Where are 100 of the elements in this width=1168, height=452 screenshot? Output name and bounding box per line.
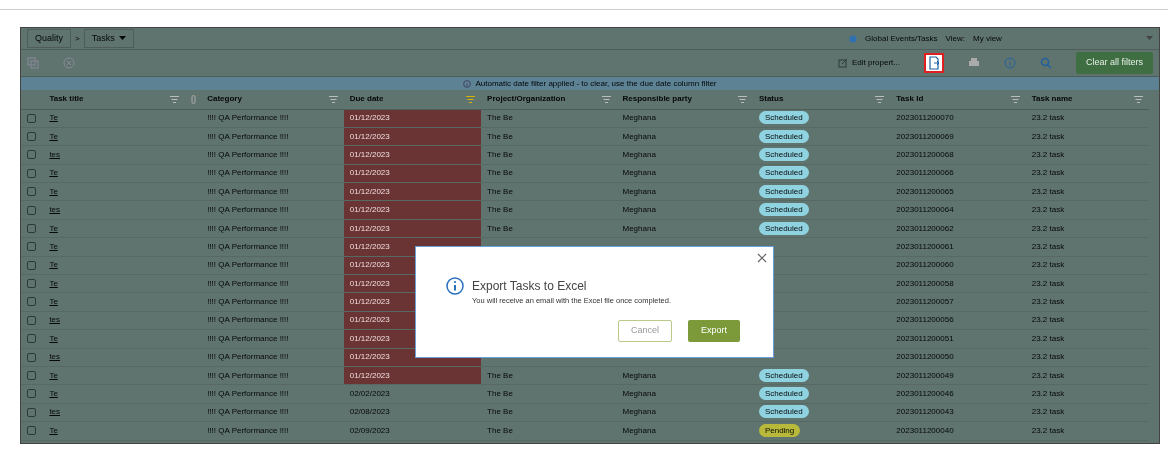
row-checkbox[interactable] (27, 371, 36, 381)
task-title-link[interactable]: Te (49, 186, 58, 196)
task-title-link[interactable]: Te (49, 297, 58, 307)
table-cell: !!!! QA Performance !!!! (201, 329, 344, 349)
task-title-link[interactable]: Te (49, 425, 58, 435)
task-title-link[interactable]: tes (49, 205, 61, 215)
column-header[interactable]: Task name (1031, 93, 1073, 106)
table-cell: Meghana (616, 366, 753, 385)
table-cell: The Be (481, 366, 617, 385)
cancel-button[interactable]: Cancel (617, 320, 672, 342)
column-menu-icon[interactable] (875, 95, 885, 103)
table-cell: 2023011200070 (890, 109, 1026, 128)
task-title-link[interactable]: tes (49, 352, 61, 362)
row-checkbox[interactable] (27, 223, 36, 233)
print-icon[interactable] (968, 57, 980, 69)
table-cell: 2023011200060 (890, 256, 1026, 275)
table-cell: Meghana (616, 164, 753, 183)
column-menu-icon[interactable] (1010, 95, 1020, 103)
export-button[interactable] (924, 53, 944, 73)
table-cell: 2023011200040 (890, 421, 1026, 441)
row-checkbox[interactable] (27, 352, 36, 362)
status-badge: Pending (758, 423, 801, 437)
row-checkbox[interactable] (27, 334, 36, 344)
task-title-link[interactable]: Te (49, 241, 58, 251)
export-button[interactable]: Export (688, 320, 740, 342)
task-title-link[interactable]: Te (49, 370, 58, 380)
status-badge: Scheduled (758, 387, 809, 401)
row-checkbox[interactable] (27, 426, 36, 436)
table-cell: Meghana (616, 421, 753, 441)
row-checkbox[interactable] (27, 389, 36, 399)
task-title-link[interactable]: Te (49, 333, 58, 343)
row-checkbox[interactable] (27, 297, 36, 307)
row-checkbox[interactable] (27, 150, 36, 160)
table-cell: !!!! QA Performance !!!! (201, 403, 344, 422)
scope-link[interactable]: Global Events/Tasks (865, 32, 938, 45)
task-title-link[interactable]: Te (49, 278, 58, 288)
table-cell: !!!! QA Performance !!!! (201, 200, 344, 220)
task-title-link[interactable]: Te (49, 168, 58, 178)
column-menu-icon[interactable] (601, 95, 611, 103)
task-title-link[interactable]: Te (49, 131, 58, 141)
breadcrumb-item[interactable]: Tasks (83, 28, 134, 49)
row-checkbox[interactable] (27, 205, 36, 215)
status-badge: Scheduled (758, 184, 809, 198)
column-header[interactable]: Status (758, 93, 784, 106)
table-cell: 2023011200066 (890, 164, 1026, 183)
column-menu-icon[interactable] (737, 95, 747, 103)
filter-icon[interactable] (466, 95, 476, 103)
table-cell: Meghana (616, 127, 753, 146)
close-icon[interactable] (757, 253, 767, 263)
table-cell: 23.2 task (1025, 127, 1149, 146)
row-checkbox[interactable] (27, 279, 36, 289)
edit-properties-button[interactable]: Edit propert... (837, 57, 900, 69)
table-cell: 2023011200069 (890, 127, 1026, 146)
column-menu-icon[interactable] (169, 95, 179, 103)
row-checkbox[interactable] (27, 242, 36, 252)
table-cell: 23.2 task (1025, 311, 1149, 330)
clear-filters-button[interactable]: Clear all filters (1076, 52, 1153, 74)
row-checkbox[interactable] (27, 187, 36, 197)
column-menu-icon[interactable] (1134, 95, 1143, 103)
table-cell: !!!! QA Performance !!!! (201, 366, 344, 385)
edit-icon (837, 58, 848, 68)
table-cell: Meghana (616, 384, 753, 404)
table-cell: Meghana (616, 182, 753, 201)
info-icon[interactable] (1004, 57, 1016, 69)
row-checkbox[interactable] (27, 407, 36, 417)
task-title-link[interactable]: tes (49, 149, 61, 159)
column-header[interactable]: Due date (349, 93, 384, 106)
table-cell: The Be (481, 127, 617, 146)
table-cell: !!!! QA Performance !!!! (201, 421, 344, 441)
column-header[interactable]: Task Id (896, 93, 924, 106)
column-header[interactable]: Category (207, 93, 242, 106)
task-title-link[interactable]: Te (49, 389, 58, 399)
breadcrumb-item[interactable]: Quality (27, 28, 71, 49)
column-menu-icon[interactable] (328, 95, 338, 103)
row-checkbox[interactable] (27, 113, 36, 123)
table-cell: !!!! QA Performance !!!! (201, 348, 344, 367)
table-cell: The Be (481, 182, 617, 201)
table-cell: Meghana (616, 403, 753, 422)
row-checkbox[interactable] (27, 260, 36, 270)
column-header[interactable]: Project/Organization (487, 93, 566, 106)
task-title-link[interactable]: tes (49, 407, 61, 417)
table-cell: Meghana (616, 200, 753, 220)
column-header[interactable]: Responsible party (622, 93, 692, 106)
cancel-icon[interactable] (63, 57, 75, 69)
row-checkbox[interactable] (27, 315, 36, 325)
column-header[interactable]: Task title (49, 93, 84, 106)
task-title-link[interactable]: tes (49, 315, 61, 325)
table-cell: 2023011200043 (890, 403, 1026, 422)
status-badge: Scheduled (758, 147, 809, 161)
search-icon[interactable] (1040, 57, 1052, 69)
copy-icon[interactable] (27, 57, 39, 69)
task-title-link[interactable]: Te (49, 260, 58, 270)
table-cell: !!!! QA Performance !!!! (201, 311, 344, 330)
row-checkbox[interactable] (27, 168, 36, 178)
table-cell: 23.2 task (1025, 145, 1149, 165)
table-cell: 23.2 task (1025, 292, 1149, 312)
row-checkbox[interactable] (27, 131, 36, 141)
view-select[interactable]: My view (973, 32, 1153, 45)
task-title-link[interactable]: Te (49, 113, 58, 123)
task-title-link[interactable]: Te (49, 223, 58, 233)
